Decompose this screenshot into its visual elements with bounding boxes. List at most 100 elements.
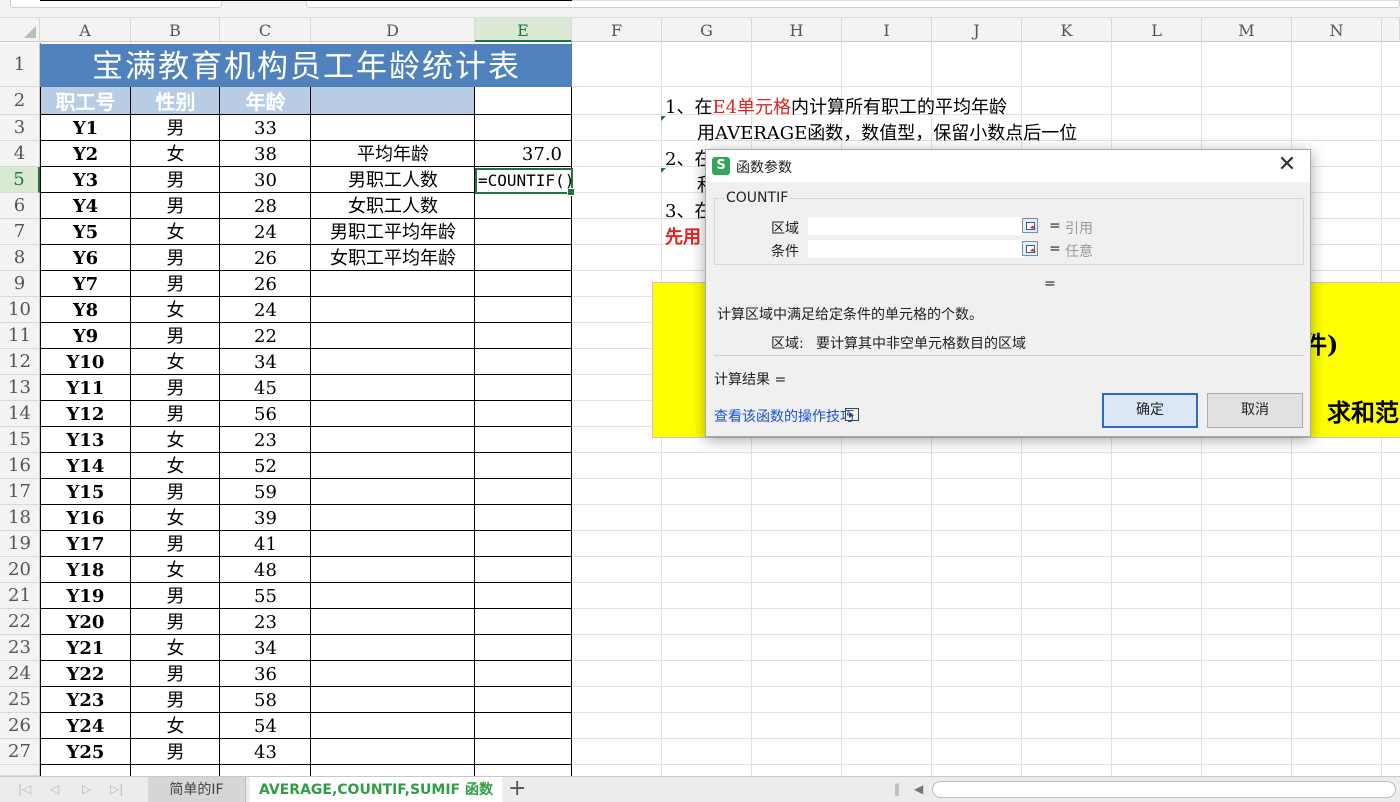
age-cell[interactable]: 23	[220, 427, 311, 453]
column-header-l[interactable]: L	[1112, 18, 1202, 42]
row-header-17[interactable]: 17	[0, 479, 40, 505]
row-header-23[interactable]: 23	[0, 635, 40, 661]
gender-cell[interactable]: 男	[131, 583, 220, 609]
employee-id-cell[interactable]: Y24	[41, 713, 130, 739]
row-header-8[interactable]: 8	[0, 245, 40, 271]
gender-cell[interactable]: 女	[131, 427, 220, 453]
table-title[interactable]: 宝满教育机构员工年龄统计表	[41, 44, 572, 87]
age-cell[interactable]: 43	[220, 739, 311, 765]
employee-id-cell[interactable]: Y1	[41, 115, 130, 141]
age-cell[interactable]: 36	[220, 661, 311, 687]
column-header-k[interactable]: K	[1022, 18, 1112, 42]
employee-id-cell[interactable]: Y25	[41, 739, 130, 765]
row-header-5[interactable]: 5	[0, 167, 40, 193]
row-header-20[interactable]: 20	[0, 557, 40, 583]
range-picker-icon[interactable]	[1022, 218, 1038, 233]
age-cell[interactable]: 34	[220, 349, 311, 375]
age-cell[interactable]: 24	[220, 219, 311, 245]
gender-cell[interactable]: 男	[131, 609, 220, 635]
name-box[interactable]	[10, 0, 222, 8]
column-header-m[interactable]: M	[1202, 18, 1292, 42]
age-cell[interactable]: 58	[220, 687, 311, 713]
formula-input[interactable]	[306, 0, 1400, 8]
stat-label-cell[interactable]: 男职工平均年龄	[311, 219, 475, 245]
row-header-15[interactable]: 15	[0, 427, 40, 453]
age-cell[interactable]: 23	[220, 609, 311, 635]
stat-label-cell[interactable]: 女职工人数	[311, 193, 475, 219]
row-header-10[interactable]: 10	[0, 297, 40, 323]
row-header-25[interactable]: 25	[0, 687, 40, 713]
dialog-titlebar[interactable]: S 函数参数 ✕	[706, 150, 1310, 182]
age-cell[interactable]: 39	[220, 505, 311, 531]
sheet-tab-average-countif-sumif[interactable]: AVERAGE,COUNTIF,SUMIF 函数	[250, 777, 502, 802]
row-header-6[interactable]: 6	[0, 193, 40, 219]
stat-label-cell[interactable]: 女职工平均年龄	[311, 245, 475, 271]
criteria-picker-icon[interactable]	[1022, 241, 1038, 256]
age-cell[interactable]: 54	[220, 713, 311, 739]
column-header-h[interactable]: H	[752, 18, 842, 42]
employee-id-cell[interactable]: Y15	[41, 479, 130, 505]
row-header-7[interactable]: 7	[0, 219, 40, 245]
employee-id-cell[interactable]: Y23	[41, 687, 130, 713]
gender-cell[interactable]: 女	[131, 349, 220, 375]
criteria-input[interactable]	[808, 240, 1024, 258]
row-header-13[interactable]: 13	[0, 375, 40, 401]
range-input[interactable]	[808, 217, 1024, 235]
instruction-line-2[interactable]: 用AVERAGE函数，数值型，保留小数点后一位	[697, 119, 1077, 145]
column-header-b[interactable]: B	[131, 18, 220, 42]
employee-id-cell[interactable]: Y13	[41, 427, 130, 453]
row-header-14[interactable]: 14	[0, 401, 40, 427]
gender-cell[interactable]: 女	[131, 713, 220, 739]
help-link[interactable]: 查看该函数的操作技巧	[714, 406, 854, 426]
age-cell[interactable]: 22	[220, 323, 311, 349]
header-cell[interactable]: 职工号	[41, 87, 130, 115]
header-cell-blank[interactable]	[311, 87, 475, 115]
row-header-11[interactable]: 11	[0, 323, 40, 349]
column-header-n[interactable]: N	[1292, 18, 1382, 42]
column-header-i[interactable]: I	[842, 18, 932, 42]
column-header-g[interactable]: G	[662, 18, 752, 42]
employee-id-cell[interactable]: Y14	[41, 453, 130, 479]
row-header-16[interactable]: 16	[0, 453, 40, 479]
first-sheet-icon[interactable]: |◁	[18, 782, 31, 796]
stat-value-cell[interactable]	[476, 193, 564, 219]
gender-cell[interactable]: 男	[131, 271, 220, 297]
column-header-overflow[interactable]	[1382, 18, 1400, 42]
age-cell[interactable]: 26	[220, 271, 311, 297]
row-header-22[interactable]: 22	[0, 609, 40, 635]
row-header-19[interactable]: 19	[0, 531, 40, 557]
employee-id-cell[interactable]: Y21	[41, 635, 130, 661]
stat-value-cell[interactable]: =COUNTIF()	[476, 167, 586, 193]
employee-id-cell[interactable]: Y6	[41, 245, 130, 271]
row-header-26[interactable]: 26	[0, 713, 40, 739]
gender-cell[interactable]: 男	[131, 661, 220, 687]
employee-id-cell[interactable]: Y17	[41, 531, 130, 557]
employee-id-cell[interactable]: Y2	[41, 141, 130, 167]
horizontal-scrollbar[interactable]	[932, 781, 1396, 798]
employee-id-cell[interactable]: Y9	[41, 323, 130, 349]
row-header-27[interactable]: 27	[0, 739, 40, 765]
age-cell[interactable]: 41	[220, 531, 311, 557]
row-header-24[interactable]: 24	[0, 661, 40, 687]
employee-id-cell[interactable]: Y10	[41, 349, 130, 375]
row-header-12[interactable]: 12	[0, 349, 40, 375]
gender-cell[interactable]: 男	[131, 193, 220, 219]
gender-cell[interactable]: 女	[131, 557, 220, 583]
age-cell[interactable]: 28	[220, 193, 311, 219]
row-header-3[interactable]: 3	[0, 115, 40, 141]
age-cell[interactable]: 55	[220, 583, 311, 609]
employee-id-cell[interactable]: Y4	[41, 193, 130, 219]
prev-sheet-icon[interactable]: ◁	[50, 782, 59, 796]
select-all-corner[interactable]	[0, 18, 40, 42]
gender-cell[interactable]: 男	[131, 401, 220, 427]
column-header-f[interactable]: F	[572, 18, 662, 42]
last-sheet-icon[interactable]: ▷|	[110, 782, 123, 796]
column-header-c[interactable]: C	[220, 18, 311, 42]
column-header-a[interactable]: A	[40, 18, 131, 42]
gender-cell[interactable]: 女	[131, 505, 220, 531]
age-cell[interactable]: 30	[220, 167, 311, 193]
header-cell[interactable]: 性别	[131, 87, 220, 115]
stat-label-cell[interactable]: 男职工人数	[311, 167, 475, 193]
gender-cell[interactable]: 男	[131, 479, 220, 505]
next-sheet-icon[interactable]: ▷	[82, 782, 91, 796]
